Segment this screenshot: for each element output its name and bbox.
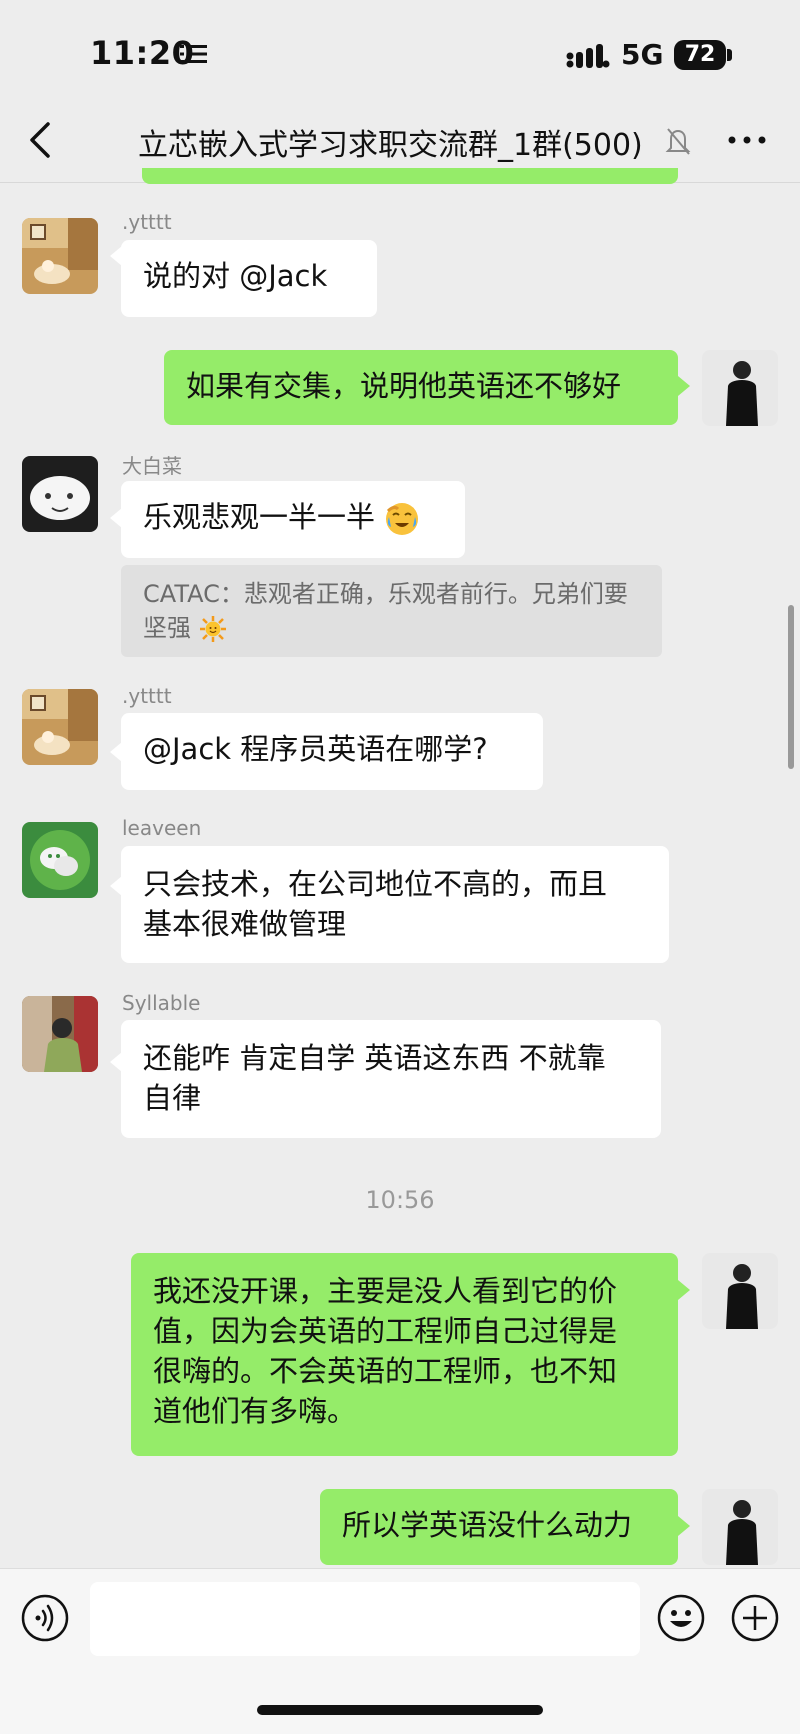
message-bubble-self[interactable]: 如果有交集，说明他英语还不够好 xyxy=(164,350,678,425)
avatar-image xyxy=(702,1253,778,1329)
partial-message-bubble xyxy=(142,168,678,184)
avatar-self[interactable] xyxy=(702,350,778,426)
battery-tip xyxy=(727,49,732,61)
avatar-ytttt[interactable] xyxy=(22,218,98,294)
message-line: 值，因为会英语的工程师自己过得是 xyxy=(153,1314,618,1348)
message-bubble[interactable]: 乐观悲观一半一半 xyxy=(121,481,465,558)
emoji-icon[interactable] xyxy=(656,1593,706,1643)
scrollbar[interactable] xyxy=(788,605,794,769)
sender-name: 大白菜 xyxy=(122,454,182,478)
bubble-tail xyxy=(678,1516,690,1536)
avatar-image xyxy=(702,350,778,426)
avatar-leaveen[interactable] xyxy=(22,822,98,898)
battery-level: 72 xyxy=(674,40,726,70)
quoted-message[interactable]: CATAC：悲观者正确，乐观者前行。兄弟们要坚强 xyxy=(121,565,662,657)
message-line: 基本很难做管理 xyxy=(143,907,347,941)
sun-emoji-icon xyxy=(199,616,226,642)
voice-input-icon[interactable] xyxy=(20,1593,70,1643)
mute-bell-icon xyxy=(665,128,691,155)
message-line: 道他们有多嗨。 xyxy=(153,1394,357,1428)
more-options-icon[interactable] xyxy=(726,128,768,152)
avatar-image xyxy=(22,996,98,1072)
message-bubble-self[interactable]: 所以学英语没什么动力 xyxy=(320,1489,678,1565)
message-line: 还能咋 肯定自学 英语这东西 不就靠 xyxy=(143,1041,606,1075)
message-timestamp: 10:56 xyxy=(365,1186,435,1214)
message-line: 我还没开课，主要是没人看到它的价 xyxy=(153,1274,618,1308)
avatar-ytttt[interactable] xyxy=(22,689,98,765)
network-type: 5G xyxy=(621,38,664,71)
avatar-image xyxy=(22,689,98,765)
message-line: 很嗨的。不会英语的工程师，也不知 xyxy=(153,1354,618,1388)
message-bubble[interactable]: @Jack 程序员英语在哪学? xyxy=(121,713,543,790)
message-bubble[interactable]: 只会技术，在公司地位不高的，而且 基本很难做管理 xyxy=(121,846,669,963)
message-bubble-self[interactable]: 我还没开课，主要是没人看到它的价 值，因为会英语的工程师自己过得是 很嗨的。不会… xyxy=(131,1253,678,1456)
plus-icon[interactable] xyxy=(730,1593,780,1643)
avatar-dabaicai[interactable] xyxy=(22,456,98,532)
avatar-image xyxy=(702,1489,778,1565)
avatar-self[interactable] xyxy=(702,1489,778,1565)
back-arrow-icon[interactable] xyxy=(28,120,52,160)
bubble-tail xyxy=(678,1280,690,1300)
sender-name: Syllable xyxy=(122,991,201,1015)
message-line: 自律 xyxy=(143,1081,202,1115)
avatar-image xyxy=(22,456,98,532)
message-input[interactable] xyxy=(90,1582,640,1656)
home-indicator[interactable] xyxy=(257,1705,543,1715)
sender-name: .ytttt xyxy=(122,684,172,708)
avatar-image xyxy=(22,218,98,294)
message-bubble[interactable]: 还能咋 肯定自学 英语这东西 不就靠 自律 xyxy=(121,1020,661,1138)
status-list-icon xyxy=(180,45,207,63)
face-with-tears-icon xyxy=(386,503,419,535)
cellular-signal-icon xyxy=(566,44,610,68)
message-line: 只会技术，在公司地位不高的，而且 xyxy=(143,867,608,901)
status-time: 11:20 xyxy=(90,34,195,72)
avatar-image xyxy=(22,822,98,898)
sender-name: leaveen xyxy=(122,816,202,840)
avatar-self[interactable] xyxy=(702,1253,778,1329)
sender-name: .ytttt xyxy=(122,210,172,234)
chat-title: 立芯嵌入式学习求职交流群_1群(500) xyxy=(138,128,643,163)
bubble-tail xyxy=(678,376,690,396)
avatar-syllable[interactable] xyxy=(22,996,98,1072)
message-bubble[interactable]: 说的对 @Jack xyxy=(121,240,377,317)
message-text: 乐观悲观一半一半 xyxy=(143,500,376,534)
